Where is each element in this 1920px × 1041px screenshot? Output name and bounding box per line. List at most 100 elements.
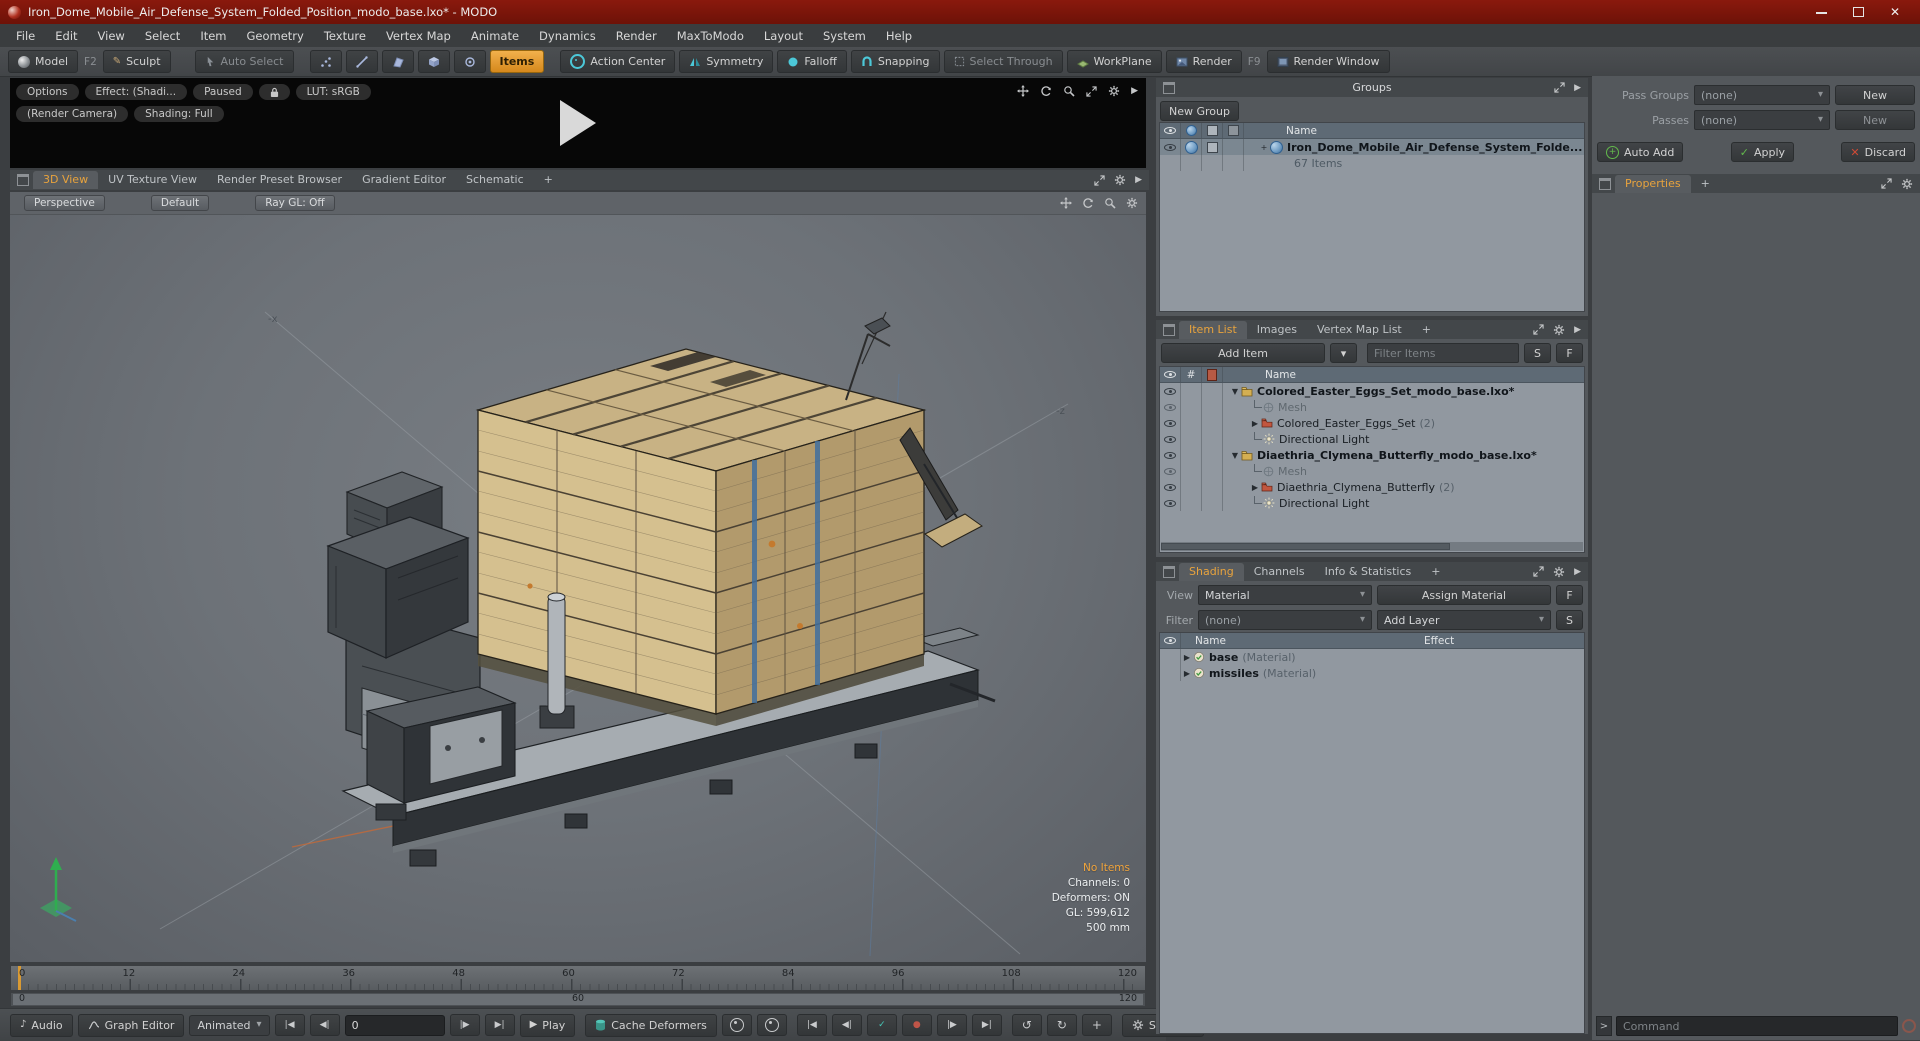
zoom-icon[interactable] — [1104, 197, 1116, 209]
menu-select[interactable]: Select — [135, 29, 190, 43]
record-button[interactable]: ● — [901, 1014, 932, 1036]
snapping-button[interactable]: Snapping — [850, 50, 940, 73]
tab-render-preset-browser[interactable]: Render Preset Browser — [207, 171, 352, 189]
render-window-button[interactable]: Render Window — [1266, 50, 1390, 73]
prev-keyframe-button[interactable]: |◀ — [796, 1014, 827, 1036]
eye-icon[interactable] — [1164, 435, 1176, 444]
panel-handle-icon[interactable] — [17, 174, 29, 186]
s-button[interactable]: S — [1556, 610, 1583, 630]
falloff-button[interactable]: Falloff — [777, 50, 847, 73]
menu-texture[interactable]: Texture — [314, 29, 376, 43]
new-group-button[interactable]: New Group — [1160, 101, 1239, 121]
menu-maxtomodo[interactable]: MaxToModo — [667, 29, 754, 43]
play-button[interactable]: ▶ Play — [519, 1013, 576, 1037]
preview-effect-button[interactable]: Effect: (Shadi... — [84, 84, 188, 100]
auto-select-button[interactable]: Auto Select — [194, 50, 294, 73]
tab-shading[interactable]: Shading — [1179, 562, 1244, 581]
group-row[interactable]: + Iron_Dome_Mobile_Air_Defense_System_Fo… — [1160, 139, 1584, 155]
expand-icon[interactable] — [1881, 178, 1892, 189]
preview-paused-button[interactable]: Paused — [193, 84, 253, 100]
preview-shading-button[interactable]: Shading: Full — [134, 106, 224, 122]
panel-handle-icon[interactable] — [1163, 323, 1175, 336]
passes-dropdown[interactable]: (none) ▾ — [1694, 110, 1830, 130]
materials-mode-button[interactable] — [417, 50, 450, 73]
gear-icon[interactable] — [1553, 324, 1565, 336]
eye-icon[interactable] — [1164, 483, 1176, 492]
tab-vertex-map-list[interactable]: Vertex Map List — [1307, 321, 1412, 339]
command-input[interactable] — [1616, 1016, 1898, 1036]
preview-lut-button[interactable]: LUT: sRGB — [295, 84, 371, 100]
panel-handle-icon[interactable] — [1163, 565, 1175, 578]
menu-animate[interactable]: Animate — [461, 29, 529, 43]
tab-info-statistics[interactable]: Info & Statistics — [1315, 563, 1422, 581]
zoom-icon[interactable] — [1063, 85, 1075, 97]
item-row-folder[interactable]: ▶ Colored_Easter_Eggs_Set (2) — [1160, 415, 1584, 431]
discard-button[interactable]: ✕ Discard — [1841, 142, 1915, 162]
add-layer-dropdown[interactable]: Add Layer ▾ — [1377, 610, 1551, 630]
eye-icon[interactable] — [1164, 387, 1176, 396]
f-button[interactable]: F — [1556, 585, 1583, 605]
panel-menu-icon[interactable]: ▶ — [1135, 175, 1142, 185]
filter-button[interactable]: F — [1556, 343, 1583, 363]
tab-3d-view[interactable]: 3D View — [33, 171, 99, 189]
menu-edit[interactable]: Edit — [45, 29, 87, 43]
eye-icon[interactable] — [1164, 499, 1176, 508]
tab-add[interactable]: + — [1412, 321, 1441, 339]
preview-options-button[interactable]: Options — [16, 84, 79, 100]
assign-material-button[interactable]: Assign Material — [1377, 585, 1551, 605]
add-item-dropdown[interactable]: ▾ — [1330, 343, 1357, 363]
menu-geometry[interactable]: Geometry — [237, 29, 314, 43]
undo-loop-button[interactable]: ↺ — [1011, 1014, 1042, 1036]
vertices-mode-button[interactable] — [309, 50, 342, 73]
gear-icon[interactable] — [1108, 85, 1120, 97]
menu-layout[interactable]: Layout — [754, 29, 813, 43]
passes-new-button[interactable]: New — [1835, 110, 1915, 130]
timeline-ruler[interactable]: 0 12 24 36 48 60 72 84 96 108 120 — [10, 965, 1146, 991]
graph-editor-button[interactable]: Graph Editor — [77, 1013, 185, 1037]
gear-icon[interactable] — [1901, 178, 1913, 190]
symmetry-button[interactable]: Symmetry — [679, 50, 774, 73]
expand-icon[interactable]: ▶ — [1249, 419, 1261, 428]
tab-images[interactable]: Images — [1247, 321, 1307, 339]
pan-icon[interactable] — [1060, 197, 1072, 209]
menu-render[interactable]: Render — [606, 29, 667, 43]
maximize-button[interactable] — [1852, 7, 1864, 17]
select-through-button[interactable]: Select Through — [943, 50, 1063, 73]
expand-icon[interactable] — [1086, 85, 1097, 97]
close-button[interactable]: ✕ — [1890, 6, 1900, 18]
command-prompt-button[interactable]: > — [1596, 1016, 1612, 1036]
eye-icon[interactable] — [1164, 419, 1176, 428]
expand-icon[interactable] — [1533, 566, 1544, 577]
next-keyframe-button[interactable]: ▶| — [971, 1014, 1002, 1036]
tab-add[interactable]: + — [534, 171, 563, 189]
viewport-canvas[interactable]: -x -z — [10, 214, 1146, 962]
preview-play-button[interactable] — [560, 100, 596, 146]
item-row-folder[interactable]: ▶ Diaethria_Clymena_Butterfly (2) — [1160, 479, 1584, 495]
model-mode-button[interactable]: Model — [8, 50, 79, 73]
panel-menu-icon[interactable]: ▶ — [1574, 325, 1581, 335]
item-row-mesh[interactable]: Mesh — [1160, 463, 1584, 479]
add-key-button[interactable]: + — [1081, 1014, 1112, 1036]
expand-icon[interactable] — [1094, 174, 1105, 186]
next-key-button[interactable]: |▶ — [936, 1014, 967, 1036]
view-dropdown[interactable]: Material ▾ — [1198, 585, 1372, 605]
command-history-icon[interactable] — [1902, 1019, 1916, 1033]
menu-help[interactable]: Help — [876, 29, 922, 43]
animated-dropdown[interactable]: Animated ▾ — [189, 1014, 270, 1036]
tab-uv-texture-view[interactable]: UV Texture View — [98, 171, 207, 189]
raygl-button[interactable]: Ray GL: Off — [255, 195, 335, 211]
jump-end-button[interactable]: ▶| — [484, 1014, 515, 1036]
item-row-scene[interactable]: ▼ Colored_Easter_Eggs_Set_modo_base.lxo* — [1160, 383, 1584, 399]
panel-handle-icon[interactable] — [1599, 177, 1611, 190]
workplane-button[interactable]: WorkPlane — [1066, 50, 1162, 73]
center-mode-button[interactable] — [453, 50, 486, 73]
panel-menu-icon[interactable]: ▶ — [1574, 567, 1581, 577]
items-mode-button[interactable]: Items — [489, 50, 545, 73]
add-item-button[interactable]: Add Item — [1161, 343, 1325, 363]
eye-icon[interactable] — [1164, 126, 1176, 135]
sculpt-mode-button[interactable]: ✎ Sculpt — [102, 50, 171, 73]
shader-row-missiles[interactable]: ▶ missiles (Material) — [1160, 665, 1584, 681]
viewport-3d[interactable]: Perspective Default Ray GL: Off -x -z No… — [10, 192, 1146, 962]
tab-schematic[interactable]: Schematic — [456, 171, 534, 189]
redo-loop-button[interactable]: ↻ — [1046, 1014, 1077, 1036]
